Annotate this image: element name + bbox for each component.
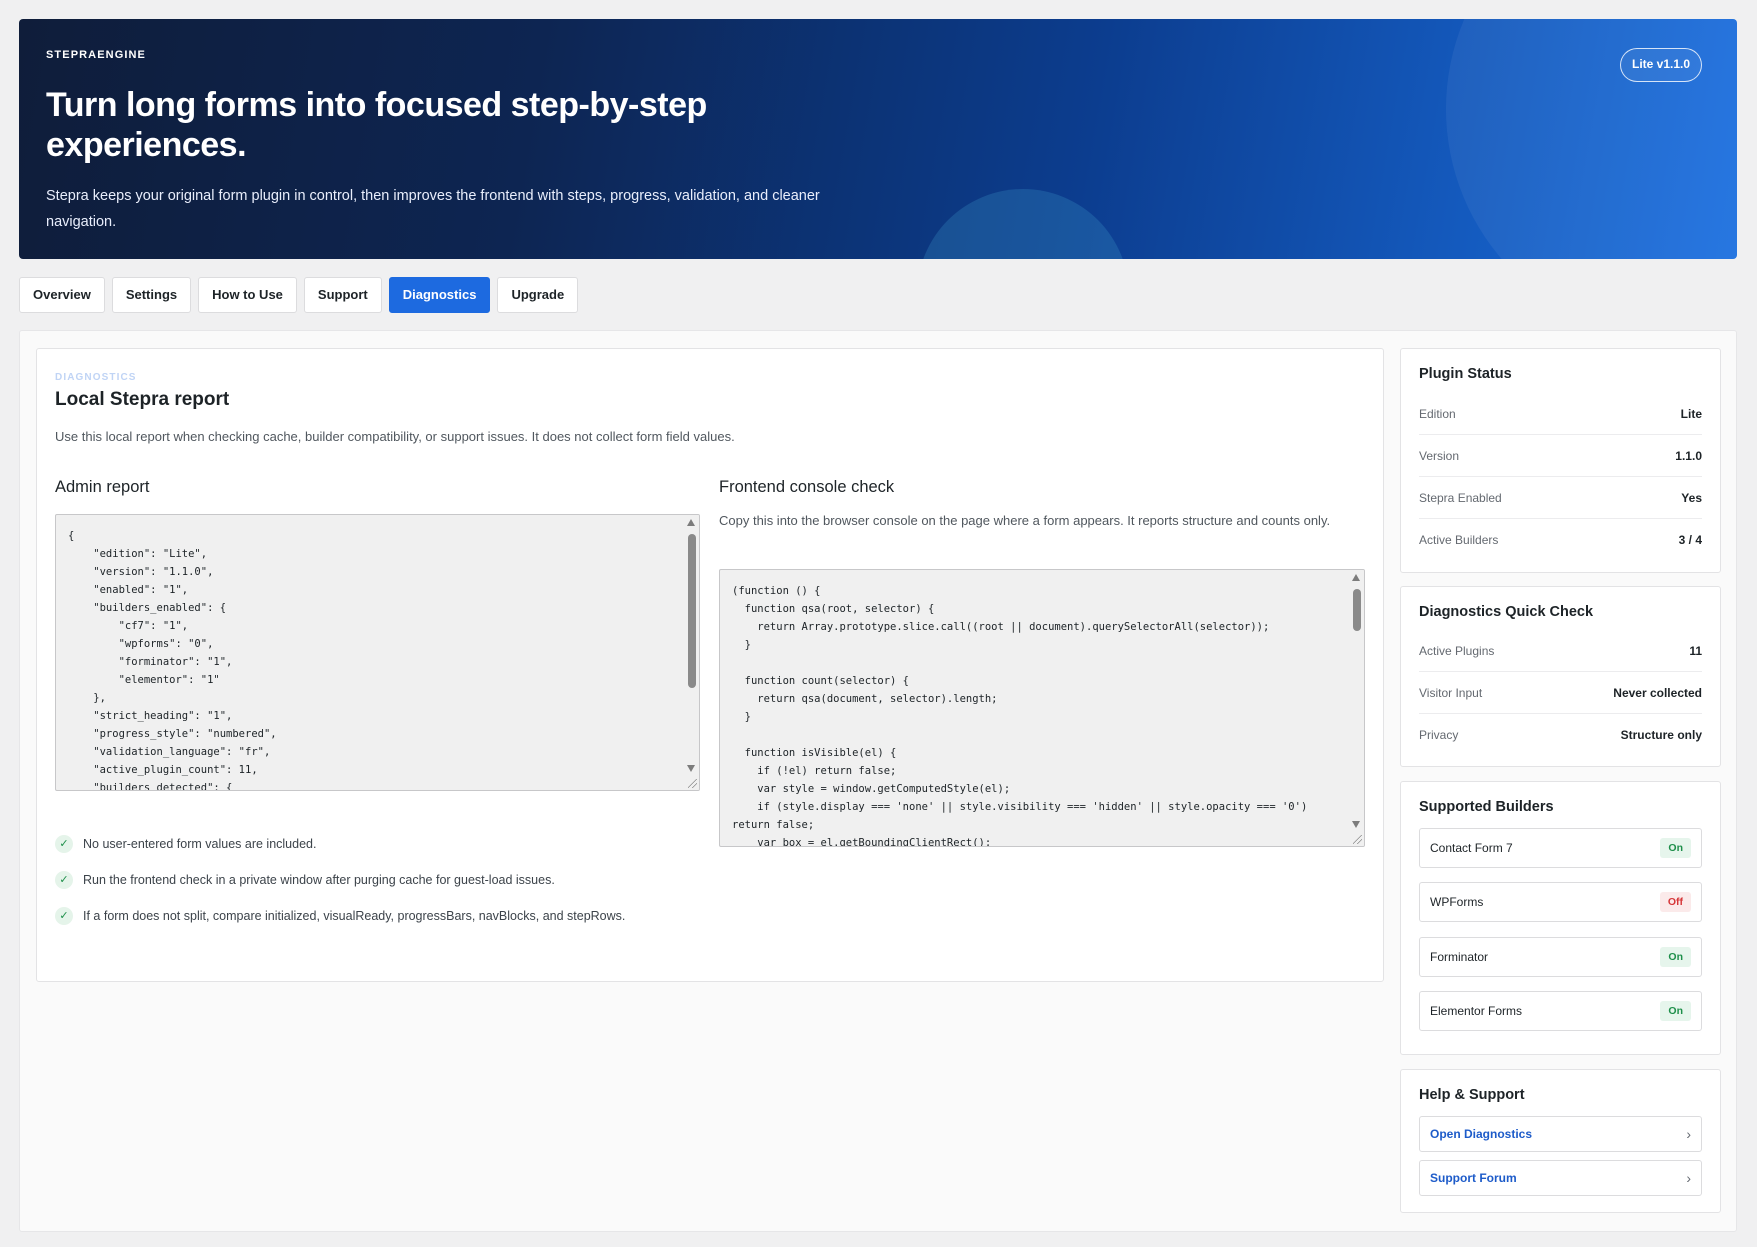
row-label: Version (1419, 448, 1460, 463)
console-check-code: (function () { function qsa(root, select… (732, 585, 1308, 847)
chevron-right-icon: › (1686, 1170, 1691, 1186)
status-row: Active Plugins 11 (1419, 630, 1702, 672)
status-badge: On (1660, 1001, 1691, 1021)
row-value: Yes (1681, 490, 1702, 505)
decorative-circle (917, 189, 1129, 259)
admin-report-textarea[interactable]: { "edition": "Lite", "version": "1.1.0",… (55, 514, 700, 791)
builder-name: WPForms (1430, 895, 1484, 909)
console-check-description: Copy this into the browser console on th… (719, 513, 1331, 528)
list-item: ✓ Run the frontend check in a private wi… (55, 871, 625, 889)
scroll-up-icon[interactable] (687, 519, 695, 526)
builder-row: Contact Form 7 On (1419, 828, 1702, 868)
plugin-status-card: Plugin Status Edition Lite Version 1.1.0… (1400, 348, 1721, 573)
row-label: Active Builders (1419, 533, 1499, 547)
card-title: Help & Support (1419, 1087, 1525, 1103)
check-icon: ✓ (55, 907, 73, 925)
builder-name: Contact Form 7 (1430, 841, 1513, 855)
brand-eyebrow: STEPRAENGINE (46, 49, 146, 61)
status-row: Stepra Enabled Yes (1419, 477, 1702, 519)
open-diagnostics-link[interactable]: Open Diagnostics › (1419, 1116, 1702, 1152)
row-label: Edition (1419, 406, 1456, 421)
status-row: Version 1.1.0 (1419, 435, 1702, 477)
row-value: Lite (1680, 406, 1702, 421)
scroll-down-icon[interactable] (1352, 821, 1360, 828)
tab-settings[interactable]: Settings (111, 277, 192, 313)
row-value: 3 / 4 (1678, 533, 1702, 547)
supported-builders-card: Supported Builders Contact Form 7 On WPF… (1400, 781, 1721, 1055)
help-support-card: Help & Support Open Diagnostics › Suppor… (1400, 1069, 1721, 1213)
check-icon: ✓ (55, 835, 73, 853)
row-value: 1.1.0 (1675, 448, 1702, 463)
link-label: Support Forum (1430, 1171, 1517, 1185)
status-row: Privacy Structure only (1419, 714, 1702, 756)
hero-title: Turn long forms into focused step-by-ste… (46, 86, 707, 164)
row-label: Visitor Input (1419, 685, 1483, 700)
resize-grip-icon[interactable] (1353, 835, 1362, 844)
scroll-down-icon[interactable] (687, 765, 695, 772)
note-text: No user-entered form values are included… (83, 837, 317, 851)
builder-row: Forminator On (1419, 937, 1702, 977)
note-text: Run the frontend check in a private wind… (83, 873, 555, 887)
row-label: Active Plugins (1419, 643, 1495, 658)
tab-bar: Overview Settings How to Use Support Dia… (19, 277, 579, 313)
card-title: Diagnostics Quick Check (1419, 604, 1594, 620)
list-item: ✓ No user-entered form values are includ… (55, 835, 625, 853)
row-value: Structure only (1620, 728, 1702, 742)
console-check-scrollbar[interactable] (1349, 570, 1364, 846)
diagnostics-card: DIAGNOSTICS Local Stepra report Use this… (36, 348, 1384, 982)
status-row: Edition Lite (1419, 393, 1702, 435)
card-title: Plugin Status (1419, 366, 1512, 382)
builder-row: Elementor Forms On (1419, 991, 1702, 1031)
card-title: Supported Builders (1419, 799, 1554, 815)
admin-report-heading: Admin report (55, 478, 150, 496)
tab-overview[interactable]: Overview (19, 277, 105, 313)
tab-upgrade[interactable]: Upgrade (497, 277, 579, 313)
support-forum-link[interactable]: Support Forum › (1419, 1160, 1702, 1196)
row-value: Never collected (1613, 685, 1702, 700)
scroll-thumb[interactable] (1353, 589, 1361, 631)
status-row: Visitor Input Never collected (1419, 672, 1702, 714)
tab-how-to-use[interactable]: How to Use (198, 277, 297, 313)
status-badge: Off (1659, 892, 1691, 912)
check-icon: ✓ (55, 871, 73, 889)
builder-row: WPForms Off (1419, 882, 1702, 922)
admin-report-scrollbar[interactable] (684, 515, 699, 790)
hero-banner: STEPRAENGINE Turn long forms into focuse… (19, 19, 1737, 259)
page-title: Local Stepra report (55, 389, 230, 410)
chevron-right-icon: › (1686, 1126, 1691, 1142)
section-eyebrow: DIAGNOSTICS (55, 372, 137, 383)
builder-name: Elementor Forms (1430, 1004, 1523, 1018)
link-label: Open Diagnostics (1430, 1127, 1533, 1141)
row-label: Stepra Enabled (1419, 490, 1502, 505)
notes-list: ✓ No user-entered form values are includ… (55, 835, 625, 943)
tab-diagnostics[interactable]: Diagnostics (388, 277, 491, 313)
page-description: Use this local report when checking cach… (55, 429, 735, 444)
builder-name: Forminator (1430, 950, 1489, 964)
note-text: If a form does not split, compare initia… (83, 909, 626, 923)
console-check-textarea[interactable]: (function () { function qsa(root, select… (719, 569, 1365, 847)
status-badge: On (1660, 947, 1691, 967)
hero-description: Stepra keeps your original form plugin i… (46, 188, 820, 230)
admin-report-code: { "edition": "Lite", "version": "1.1.0",… (68, 530, 277, 791)
console-check-heading: Frontend console check (719, 478, 895, 496)
row-value: 11 (1689, 643, 1702, 658)
version-badge: Lite v1.1.0 (1620, 48, 1703, 82)
row-label: Privacy (1419, 728, 1459, 742)
status-badge: On (1660, 838, 1691, 858)
scroll-up-icon[interactable] (1352, 574, 1360, 581)
tab-support[interactable]: Support (303, 277, 382, 313)
scroll-thumb[interactable] (688, 534, 696, 688)
resize-grip-icon[interactable] (688, 779, 697, 788)
status-row: Active Builders 3 / 4 (1419, 519, 1702, 561)
quick-check-card: Diagnostics Quick Check Active Plugins 1… (1400, 586, 1721, 767)
list-item: ✓ If a form does not split, compare init… (55, 907, 625, 925)
